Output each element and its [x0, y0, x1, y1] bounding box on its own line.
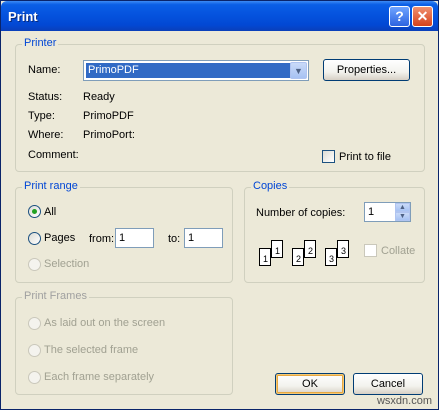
page-icon: 1 — [259, 248, 271, 266]
frames-as-laid-out-radio[interactable] — [28, 317, 41, 330]
number-of-copies-label: Number of copies: — [256, 207, 346, 219]
cancel-button-label: Cancel — [370, 378, 406, 390]
properties-button[interactable]: Properties... — [323, 59, 410, 81]
comment-label: Comment: — [28, 149, 79, 161]
range-pages-radio[interactable] — [28, 232, 41, 245]
print-frames-legend: Print Frames — [22, 290, 89, 302]
from-label: from: — [89, 233, 115, 245]
to-label: to: — [168, 233, 181, 245]
watermark-text: wsxdn.com — [376, 395, 432, 407]
type-value: PrimoPDF — [83, 110, 134, 122]
where-value: PrimoPort: — [83, 129, 135, 141]
frames-each-separately-label: Each frame separately — [44, 371, 155, 383]
printer-name-value: PrimoPDF — [86, 63, 293, 78]
print-to-file-label[interactable]: Print to file — [339, 151, 391, 163]
help-button[interactable]: ? — [389, 6, 410, 27]
range-selection-radio[interactable] — [28, 258, 41, 271]
page-icon: 1 — [271, 240, 283, 258]
range-all-label[interactable]: All — [44, 206, 56, 218]
name-label: Name: — [28, 64, 61, 76]
ok-button[interactable]: OK — [275, 373, 345, 395]
printer-name-select[interactable]: PrimoPDF ▼ — [83, 60, 309, 81]
range-all-radio[interactable] — [28, 205, 41, 218]
where-label: Where: — [28, 129, 64, 141]
page-icon: 2 — [304, 240, 316, 258]
range-selection-label: Selection — [44, 258, 90, 270]
window-title: Print — [8, 9, 38, 24]
frames-selected-radio[interactable] — [28, 344, 41, 357]
page-icon: 3 — [325, 248, 337, 266]
title-bar[interactable]: Print ? ✕ — [1, 1, 438, 31]
chevron-down-icon[interactable]: ▼ — [290, 62, 307, 79]
page-icon: 2 — [292, 248, 304, 266]
frames-selected-label: The selected frame — [44, 344, 139, 356]
print-dialog: Print ? ✕ Printer Name: PrimoPDF ▼ Prope… — [0, 0, 439, 410]
print-to-file-checkbox[interactable] — [322, 150, 335, 163]
frames-each-separately-radio[interactable] — [28, 371, 41, 384]
collate-label: Collate — [381, 245, 416, 257]
cancel-button[interactable]: Cancel — [353, 373, 423, 395]
ok-button-label: OK — [302, 378, 318, 390]
type-label: Type: — [28, 110, 55, 122]
close-button[interactable]: ✕ — [412, 6, 433, 27]
print-range-legend: Print range — [22, 180, 80, 192]
collate-checkbox[interactable] — [364, 244, 377, 257]
to-input[interactable]: 1 — [184, 228, 223, 248]
printer-legend: Printer — [22, 37, 59, 49]
copies-legend: Copies — [251, 180, 290, 192]
status-value: Ready — [83, 91, 115, 103]
range-pages-label[interactable]: Pages — [44, 232, 75, 244]
from-input[interactable]: 1 — [115, 228, 154, 248]
properties-button-label: Properties... — [336, 64, 397, 76]
copies-down-arrow-icon[interactable]: ▼ — [395, 212, 410, 221]
frames-as-laid-out-label: As laid out on the screen — [44, 317, 166, 329]
status-label: Status: — [28, 91, 63, 103]
page-icon: 3 — [337, 240, 349, 258]
copies-up-arrow-icon[interactable]: ▲ — [395, 203, 410, 212]
